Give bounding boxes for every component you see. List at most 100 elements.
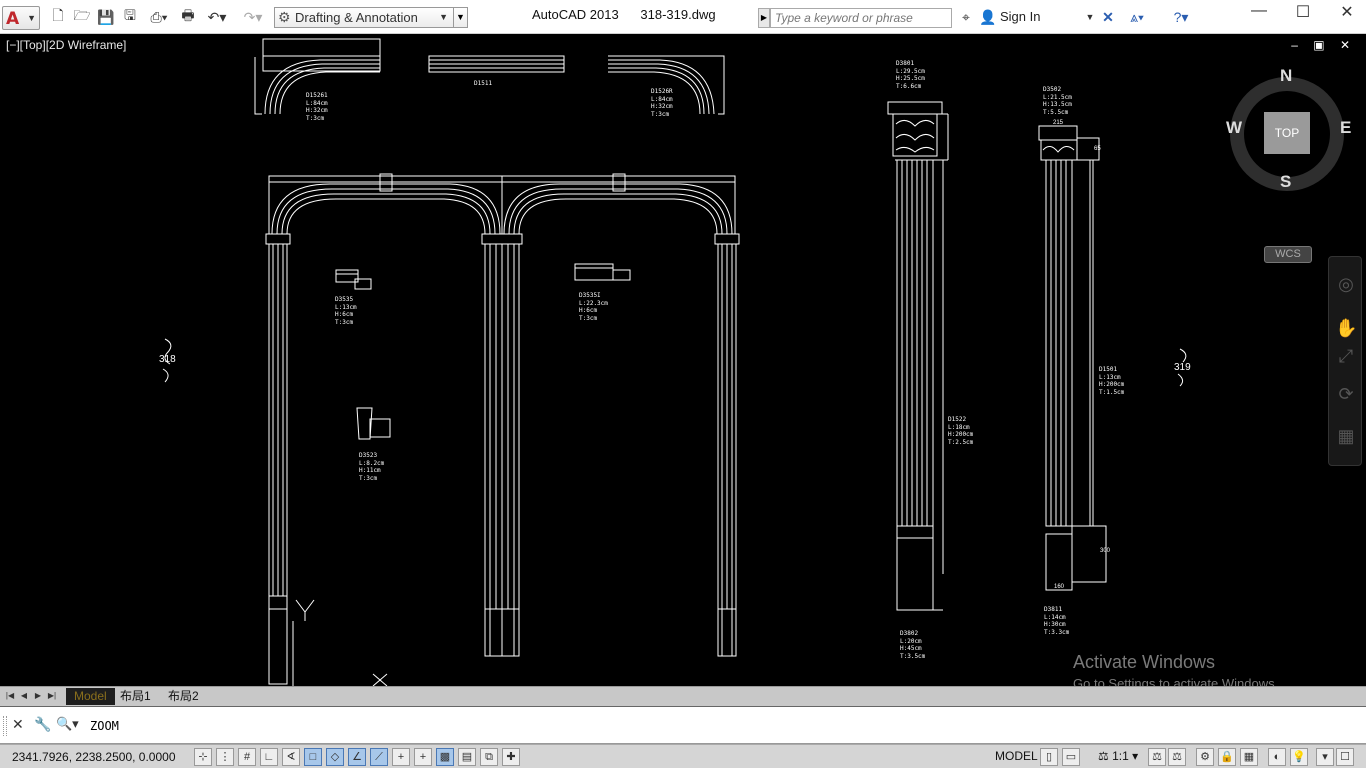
- annotation-scale[interactable]: ⚖ 1:1 ▾: [1098, 749, 1138, 763]
- part-label-d6-1: L:8.2cm: [359, 459, 385, 467]
- clean-screen-icon[interactable]: ☐: [1336, 748, 1354, 766]
- next-tab-button[interactable]: ▶: [32, 689, 44, 703]
- transparency-icon[interactable]: ▩: [436, 748, 454, 766]
- lightbulb-icon[interactable]: 💡: [1290, 748, 1308, 766]
- infer-constraints-icon[interactable]: ⊹: [194, 748, 212, 766]
- part-label-d11-1: L:13cm: [1099, 373, 1121, 381]
- compass-south[interactable]: S: [1280, 172, 1291, 192]
- first-tab-button[interactable]: |◀: [4, 689, 16, 703]
- selection-cycling-icon[interactable]: ⧉: [480, 748, 498, 766]
- quick-view-layouts-icon[interactable]: ▯: [1040, 748, 1058, 766]
- hardware-acceleration-icon[interactable]: ▦: [1240, 748, 1258, 766]
- search-input[interactable]: Type a keyword or phrase: [770, 8, 952, 28]
- navigation-bar: ◎ ✋ ⤢ ⟳ ▦: [1328, 256, 1362, 466]
- part-label-d5-2: H:6cm: [579, 307, 598, 314]
- chevron-down-icon[interactable]: ▼: [1080, 8, 1100, 26]
- part-label-d1-1: L:84cm: [306, 99, 328, 107]
- part-label-d4-1: L:13cm: [335, 303, 357, 311]
- minimize-button[interactable]: —: [1236, 2, 1282, 22]
- dynamic-input-icon[interactable]: +: [392, 748, 410, 766]
- workspace-dropdown[interactable]: ⚙ Drafting & Annotation ▼: [274, 7, 454, 28]
- print-icon[interactable]: 🖶: [178, 7, 198, 26]
- part-label-d1-3: T:3cm: [306, 114, 325, 122]
- annotation-monitor-icon[interactable]: ✚: [502, 748, 520, 766]
- part-label-d4-3: T:3cm: [335, 318, 354, 326]
- steering-wheel-icon[interactable]: ◎: [1335, 273, 1357, 295]
- help-icon[interactable]: ?▾: [1166, 8, 1196, 26]
- close-icon[interactable]: ✕: [12, 716, 24, 733]
- part-label-d12-3: T:3.3cm: [1044, 628, 1070, 636]
- status-menu-icon[interactable]: ▾: [1316, 748, 1334, 766]
- open-file-icon[interactable]: 🗁: [72, 7, 92, 26]
- object-snap-tracking-icon[interactable]: ∠: [348, 748, 366, 766]
- undo-icon[interactable]: ↶▾: [202, 8, 232, 26]
- save-icon[interactable]: 💾: [96, 8, 116, 26]
- viewcube[interactable]: N S E W TOP: [1222, 66, 1352, 202]
- snap-mode-icon[interactable]: ⋮: [216, 748, 234, 766]
- detail-keystone-3: [356, 407, 391, 440]
- new-file-icon[interactable]: 🗋: [48, 7, 68, 26]
- redo-icon[interactable]: ↷▾: [238, 8, 268, 26]
- part-label-d4-0: D3535: [335, 296, 354, 303]
- annotation-visibility-icon[interactable]: ⚖: [1148, 748, 1166, 766]
- exchange-icon[interactable]: ✕: [1098, 8, 1118, 26]
- grid-display-icon[interactable]: #: [238, 748, 256, 766]
- polar-tracking-icon[interactable]: ∢: [282, 748, 300, 766]
- recent-commands-icon[interactable]: 🔍▾: [56, 716, 79, 732]
- compass-west[interactable]: W: [1226, 118, 1242, 138]
- command-line: ✕ 🔧 🔍▾ ZOOM: [0, 706, 1366, 744]
- tab-model[interactable]: Model: [66, 688, 115, 705]
- showmotion-icon[interactable]: ▦: [1335, 425, 1357, 447]
- ortho-mode-icon[interactable]: ∟: [260, 748, 278, 766]
- tab-layout-1[interactable]: 布局1: [112, 688, 159, 705]
- 3d-object-snap-icon[interactable]: ◇: [326, 748, 344, 766]
- command-line-grip[interactable]: [3, 716, 7, 736]
- viewcube-top-face[interactable]: TOP: [1264, 112, 1310, 154]
- user-icon[interactable]: 👤: [978, 8, 998, 26]
- dynamic-ucs-icon[interactable]: ⟋: [370, 748, 388, 766]
- workspace-switching-icon[interactable]: ⚙: [1196, 748, 1214, 766]
- prev-tab-button[interactable]: ◀: [18, 689, 30, 703]
- part-label-d9-1: L:20cm: [900, 637, 922, 645]
- column-elevation-1: [887, 101, 949, 611]
- zoom-extents-icon[interactable]: ⤢: [1335, 345, 1357, 367]
- quick-view-drawings-icon[interactable]: ▭: [1062, 748, 1080, 766]
- model-space-button[interactable]: MODEL: [995, 749, 1038, 763]
- quick-properties-icon[interactable]: ▤: [458, 748, 476, 766]
- ucs-menu[interactable]: WCS: [1264, 246, 1312, 263]
- object-snap-icon[interactable]: □: [304, 748, 322, 766]
- wrench-icon[interactable]: 🔧: [34, 716, 51, 733]
- command-input[interactable]: ZOOM: [90, 719, 119, 733]
- isolate-objects-icon[interactable]: ◐: [1268, 748, 1286, 766]
- last-tab-button[interactable]: ▶|: [46, 689, 58, 703]
- drawing-canvas[interactable]: [−][Top][2D Wireframe] – ▣ ✕ D15261 L:84…: [0, 34, 1366, 691]
- orbit-icon[interactable]: ⟳: [1335, 383, 1357, 405]
- part-label-d6-0: D3523: [359, 452, 378, 459]
- file-name: 318-319.dwg: [640, 7, 716, 22]
- maximize-button[interactable]: ☐: [1280, 2, 1326, 22]
- coordinates-readout[interactable]: 2341.7926, 2238.2500, 0.0000: [12, 750, 176, 764]
- customize-toolbar-button[interactable]: ▼: [454, 7, 468, 28]
- tab-layout-2[interactable]: 布局2: [160, 688, 207, 705]
- binoculars-icon[interactable]: ⌖: [956, 8, 976, 26]
- compass-east[interactable]: E: [1340, 118, 1351, 138]
- break-mark-right-bottom: [1177, 373, 1184, 387]
- autodesk-360-icon[interactable]: ⩓▾: [1122, 8, 1152, 26]
- part-label-d9-0: D3802: [900, 630, 919, 637]
- pan-hand-icon[interactable]: ✋: [1335, 317, 1357, 339]
- part-label-d10-1: L:21.5cm: [1043, 93, 1072, 101]
- part-label-d3-0: D1526R: [651, 88, 673, 95]
- lineweight-icon[interactable]: +: [414, 748, 432, 766]
- auto-scale-icon[interactable]: ⚖: [1168, 748, 1186, 766]
- search-expand-button[interactable]: ▶: [758, 8, 770, 28]
- save-as-icon[interactable]: 🖫: [120, 7, 140, 26]
- application-menu-button[interactable]: A ▼: [2, 6, 40, 30]
- part-label-d7-2: H:25.5cm: [896, 75, 925, 82]
- toolbar-lock-icon[interactable]: 🔒: [1218, 748, 1236, 766]
- double-arch-elevation: [265, 173, 740, 685]
- plot-icon[interactable]: ⎙▾: [144, 8, 174, 26]
- break-mark-right-top: [1179, 348, 1187, 363]
- close-button[interactable]: ✕: [1324, 2, 1366, 22]
- sign-in-button[interactable]: Sign In: [1000, 9, 1040, 24]
- compass-north[interactable]: N: [1280, 66, 1292, 86]
